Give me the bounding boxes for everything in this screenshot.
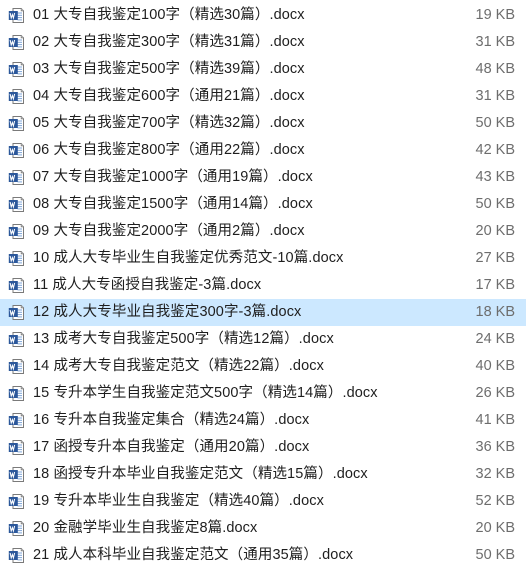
file-name: 02 大专自我鉴定300字（精选31篇）.docx [33, 34, 305, 50]
file-size: 50 KB [475, 547, 516, 563]
file-row[interactable]: 19 专升本毕业生自我鉴定（精选40篇）.docx 52 KB [0, 488, 526, 515]
word-doc-icon [8, 494, 24, 509]
file-name: 15 专升本学生自我鉴定范文500字（精选14篇）.docx [33, 385, 378, 401]
file-row[interactable]: 03 大专自我鉴定500字（精选39篇）.docx 48 KB [0, 56, 526, 83]
file-row[interactable]: 08 大专自我鉴定1500字（通用14篇）.docx 50 KB [0, 191, 526, 218]
file-row[interactable]: 12 成人大专毕业自我鉴定300字-3篇.docx 18 KB [0, 299, 526, 326]
file-name: 16 专升本自我鉴定集合（精选24篇）.docx [33, 412, 310, 428]
word-doc-icon [8, 89, 24, 104]
file-row[interactable]: 06 大专自我鉴定800字（通用22篇）.docx 42 KB [0, 137, 526, 164]
file-name: 08 大专自我鉴定1500字（通用14篇）.docx [33, 196, 313, 212]
file-name: 03 大专自我鉴定500字（精选39篇）.docx [33, 61, 305, 77]
file-size: 40 KB [475, 358, 516, 374]
word-doc-icon [8, 62, 24, 77]
file-size: 20 KB [475, 223, 516, 239]
file-row[interactable]: 18 函授专升本毕业自我鉴定范文（精选15篇）.docx 32 KB [0, 461, 526, 488]
file-size: 32 KB [475, 466, 516, 482]
file-name: 18 函授专升本毕业自我鉴定范文（精选15篇）.docx [33, 466, 368, 482]
file-row[interactable]: 11 成人大专函授自我鉴定-3篇.docx 17 KB [0, 272, 526, 299]
file-row[interactable]: 01 大专自我鉴定100字（精选30篇）.docx 19 KB [0, 2, 526, 29]
word-doc-icon [8, 170, 24, 185]
file-row[interactable]: 15 专升本学生自我鉴定范文500字（精选14篇）.docx 26 KB [0, 380, 526, 407]
file-size: 42 KB [475, 142, 516, 158]
file-name: 20 金融学毕业生自我鉴定8篇.docx [33, 520, 258, 536]
file-size: 41 KB [475, 412, 516, 428]
word-doc-icon [8, 440, 24, 455]
file-name: 21 成人本科毕业自我鉴定范文（通用35篇）.docx [33, 547, 354, 563]
file-row[interactable]: 05 大专自我鉴定700字（精选32篇）.docx 50 KB [0, 110, 526, 137]
file-name: 07 大专自我鉴定1000字（通用19篇）.docx [33, 169, 313, 185]
file-row[interactable]: 14 成考大专自我鉴定范文（精选22篇）.docx 40 KB [0, 353, 526, 380]
file-size: 18 KB [475, 304, 516, 320]
file-name: 19 专升本毕业生自我鉴定（精选40篇）.docx [33, 493, 324, 509]
word-doc-icon [8, 359, 24, 374]
file-name: 13 成考大专自我鉴定500字（精选12篇）.docx [33, 331, 334, 347]
file-row[interactable]: 16 专升本自我鉴定集合（精选24篇）.docx 41 KB [0, 407, 526, 434]
file-size: 50 KB [475, 196, 516, 212]
file-size: 26 KB [475, 385, 516, 401]
file-row[interactable]: 17 函授专升本自我鉴定（通用20篇）.docx 36 KB [0, 434, 526, 461]
word-doc-icon [8, 8, 24, 23]
word-doc-icon [8, 467, 24, 482]
file-row[interactable]: 20 金融学毕业生自我鉴定8篇.docx 20 KB [0, 515, 526, 542]
word-doc-icon [8, 197, 24, 212]
word-doc-icon [8, 413, 24, 428]
word-doc-icon [8, 224, 24, 239]
word-doc-icon [8, 521, 24, 536]
word-doc-icon [8, 143, 24, 158]
file-row[interactable]: 07 大专自我鉴定1000字（通用19篇）.docx 43 KB [0, 164, 526, 191]
word-doc-icon [8, 548, 24, 563]
file-size: 31 KB [475, 34, 516, 50]
file-name: 17 函授专升本自我鉴定（通用20篇）.docx [33, 439, 310, 455]
file-row[interactable]: 02 大专自我鉴定300字（精选31篇）.docx 31 KB [0, 29, 526, 56]
file-size: 17 KB [475, 277, 516, 293]
file-size: 20 KB [475, 520, 516, 536]
file-name: 11 成人大专函授自我鉴定-3篇.docx [33, 277, 262, 293]
word-doc-icon [8, 251, 24, 266]
word-doc-icon [8, 116, 24, 131]
file-name: 09 大专自我鉴定2000字（通用2篇）.docx [33, 223, 305, 239]
file-name: 14 成考大专自我鉴定范文（精选22篇）.docx [33, 358, 324, 374]
file-row[interactable]: 21 成人本科毕业自我鉴定范文（通用35篇）.docx 50 KB [0, 542, 526, 569]
file-name: 04 大专自我鉴定600字（通用21篇）.docx [33, 88, 305, 104]
file-size: 50 KB [475, 115, 516, 131]
file-name: 01 大专自我鉴定100字（精选30篇）.docx [33, 7, 305, 23]
file-name: 05 大专自我鉴定700字（精选32篇）.docx [33, 115, 305, 131]
file-size: 27 KB [475, 250, 516, 266]
file-size: 19 KB [475, 7, 516, 23]
file-name: 10 成人大专毕业生自我鉴定优秀范文-10篇.docx [33, 250, 344, 266]
file-row[interactable]: 09 大专自我鉴定2000字（通用2篇）.docx 20 KB [0, 218, 526, 245]
file-size: 52 KB [475, 493, 516, 509]
file-size: 31 KB [475, 88, 516, 104]
file-size: 36 KB [475, 439, 516, 455]
word-doc-icon [8, 278, 24, 293]
file-size: 24 KB [475, 331, 516, 347]
file-name: 12 成人大专毕业自我鉴定300字-3篇.docx [33, 304, 302, 320]
file-row[interactable]: 13 成考大专自我鉴定500字（精选12篇）.docx 24 KB [0, 326, 526, 353]
word-doc-icon [8, 305, 24, 320]
word-doc-icon [8, 35, 24, 50]
file-row[interactable]: 10 成人大专毕业生自我鉴定优秀范文-10篇.docx 27 KB [0, 245, 526, 272]
file-list: 01 大专自我鉴定100字（精选30篇）.docx 19 KB 02 大专自我鉴… [0, 0, 526, 571]
file-row[interactable]: 04 大专自我鉴定600字（通用21篇）.docx 31 KB [0, 83, 526, 110]
file-name: 06 大专自我鉴定800字（通用22篇）.docx [33, 142, 305, 158]
word-doc-icon [8, 386, 24, 401]
file-size: 43 KB [475, 169, 516, 185]
word-doc-icon [8, 332, 24, 347]
file-size: 48 KB [475, 61, 516, 77]
